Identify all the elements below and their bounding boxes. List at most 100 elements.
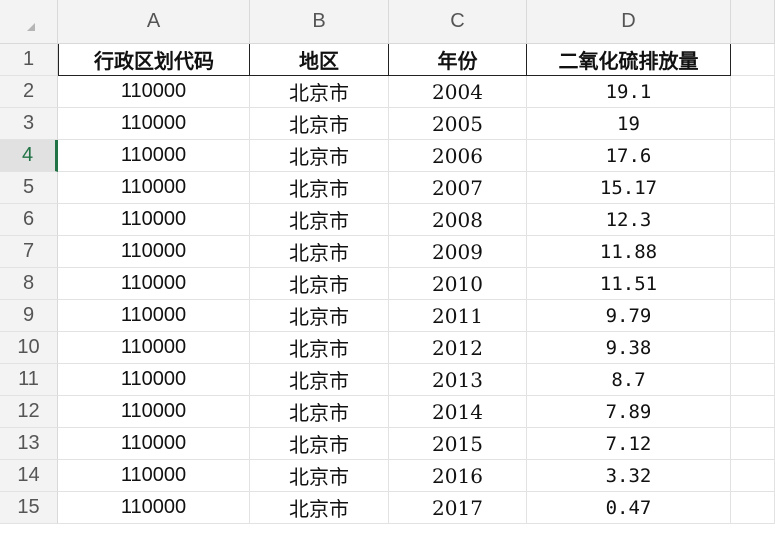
row-header-12[interactable]: 12 <box>0 396 58 428</box>
so2-cell[interactable]: 7.89 <box>527 396 731 428</box>
code-cell[interactable]: 110000 <box>58 140 250 172</box>
row-header-4[interactable]: 4 <box>0 140 58 172</box>
region-cell[interactable]: 北京市 <box>250 332 389 364</box>
header-cell[interactable]: 年份 <box>389 44 527 76</box>
year-cell[interactable]: 2015 <box>389 428 527 460</box>
empty-cell[interactable] <box>731 108 775 140</box>
year-cell[interactable]: 2014 <box>389 396 527 428</box>
code-cell[interactable]: 110000 <box>58 332 250 364</box>
year-cell[interactable]: 2013 <box>389 364 527 396</box>
row-header-5[interactable]: 5 <box>0 172 58 204</box>
row-header-14[interactable]: 14 <box>0 460 58 492</box>
row-header-7[interactable]: 7 <box>0 236 58 268</box>
so2-cell[interactable]: 7.12 <box>527 428 731 460</box>
empty-cell[interactable] <box>731 300 775 332</box>
code-cell[interactable]: 110000 <box>58 268 250 300</box>
so2-cell[interactable]: 3.32 <box>527 460 731 492</box>
year-cell[interactable]: 2009 <box>389 236 527 268</box>
empty-cell[interactable] <box>731 492 775 524</box>
row-header-1[interactable]: 1 <box>0 44 58 76</box>
code-cell[interactable]: 110000 <box>58 364 250 396</box>
year-cell[interactable]: 2004 <box>389 76 527 108</box>
region-cell[interactable]: 北京市 <box>250 108 389 140</box>
header-cell[interactable]: 地区 <box>250 44 389 76</box>
row-header-13[interactable]: 13 <box>0 428 58 460</box>
region-cell[interactable]: 北京市 <box>250 460 389 492</box>
row-header-10[interactable]: 10 <box>0 332 58 364</box>
spreadsheet: ABCD 1 2 3 4 5 6 7 8 9 10 11 12 13 14 15 行政区划代码 地区 年份 二氧化… <box>0 0 775 533</box>
year-cell[interactable]: 2005 <box>389 108 527 140</box>
so2-cell[interactable]: 19 <box>527 108 731 140</box>
region-cell[interactable]: 北京市 <box>250 76 389 108</box>
code-cell[interactable]: 110000 <box>58 108 250 140</box>
year-cell[interactable]: 2006 <box>389 140 527 172</box>
so2-cell[interactable]: 9.38 <box>527 332 731 364</box>
region-cell[interactable]: 北京市 <box>250 172 389 204</box>
code-cell[interactable]: 110000 <box>58 460 250 492</box>
so2-cell[interactable]: 15.17 <box>527 172 731 204</box>
year-cell[interactable]: 2008 <box>389 204 527 236</box>
year-cell[interactable]: 2011 <box>389 300 527 332</box>
row-header-3[interactable]: 3 <box>0 108 58 140</box>
region-cell[interactable]: 北京市 <box>250 268 389 300</box>
header-cell[interactable]: 二氧化硫排放量 <box>527 44 731 76</box>
region-cell[interactable]: 北京市 <box>250 428 389 460</box>
empty-cell[interactable] <box>731 76 775 108</box>
so2-cell[interactable]: 0.47 <box>527 492 731 524</box>
row-header-6[interactable]: 6 <box>0 204 58 236</box>
year-cell[interactable]: 2017 <box>389 492 527 524</box>
row-header-11[interactable]: 11 <box>0 364 58 396</box>
code-cell[interactable]: 110000 <box>58 76 250 108</box>
region-cell[interactable]: 北京市 <box>250 204 389 236</box>
so2-cell[interactable]: 8.7 <box>527 364 731 396</box>
code-cell[interactable]: 110000 <box>58 204 250 236</box>
year-cell[interactable]: 2010 <box>389 268 527 300</box>
select-all-triangle-icon <box>27 23 35 31</box>
table-row: 110000 北京市 2011 9.79 <box>58 300 775 332</box>
code-cell[interactable]: 110000 <box>58 396 250 428</box>
column-header-e[interactable] <box>731 0 775 44</box>
so2-cell[interactable]: 9.79 <box>527 300 731 332</box>
year-cell[interactable]: 2012 <box>389 332 527 364</box>
code-cell[interactable]: 110000 <box>58 428 250 460</box>
code-cell[interactable]: 110000 <box>58 300 250 332</box>
select-all-corner[interactable] <box>0 0 58 44</box>
empty-cell[interactable] <box>731 268 775 300</box>
so2-cell[interactable]: 12.3 <box>527 204 731 236</box>
year-cell[interactable]: 2016 <box>389 460 527 492</box>
empty-cell[interactable] <box>731 44 775 76</box>
header-cell[interactable]: 行政区划代码 <box>58 44 250 76</box>
table-row: 110000 北京市 2005 19 <box>58 108 775 140</box>
empty-cell[interactable] <box>731 140 775 172</box>
so2-cell[interactable]: 19.1 <box>527 76 731 108</box>
code-cell[interactable]: 110000 <box>58 492 250 524</box>
so2-cell[interactable]: 11.88 <box>527 236 731 268</box>
empty-cell[interactable] <box>731 236 775 268</box>
region-cell[interactable]: 北京市 <box>250 300 389 332</box>
year-cell[interactable]: 2007 <box>389 172 527 204</box>
region-cell[interactable]: 北京市 <box>250 236 389 268</box>
column-header-d[interactable]: D <box>527 0 731 44</box>
region-cell[interactable]: 北京市 <box>250 396 389 428</box>
so2-cell[interactable]: 17.6 <box>527 140 731 172</box>
column-header-a[interactable]: A <box>58 0 250 44</box>
region-cell[interactable]: 北京市 <box>250 492 389 524</box>
row-header-2[interactable]: 2 <box>0 76 58 108</box>
empty-cell[interactable] <box>731 460 775 492</box>
empty-cell[interactable] <box>731 332 775 364</box>
row-header-15[interactable]: 15 <box>0 492 58 524</box>
row-header-9[interactable]: 9 <box>0 300 58 332</box>
column-header-b[interactable]: B <box>250 0 389 44</box>
column-header-c[interactable]: C <box>389 0 527 44</box>
empty-cell[interactable] <box>731 396 775 428</box>
code-cell[interactable]: 110000 <box>58 172 250 204</box>
empty-cell[interactable] <box>731 364 775 396</box>
region-cell[interactable]: 北京市 <box>250 364 389 396</box>
region-cell[interactable]: 北京市 <box>250 140 389 172</box>
empty-cell[interactable] <box>731 428 775 460</box>
code-cell[interactable]: 110000 <box>58 236 250 268</box>
so2-cell[interactable]: 11.51 <box>527 268 731 300</box>
empty-cell[interactable] <box>731 204 775 236</box>
empty-cell[interactable] <box>731 172 775 204</box>
row-header-8[interactable]: 8 <box>0 268 58 300</box>
